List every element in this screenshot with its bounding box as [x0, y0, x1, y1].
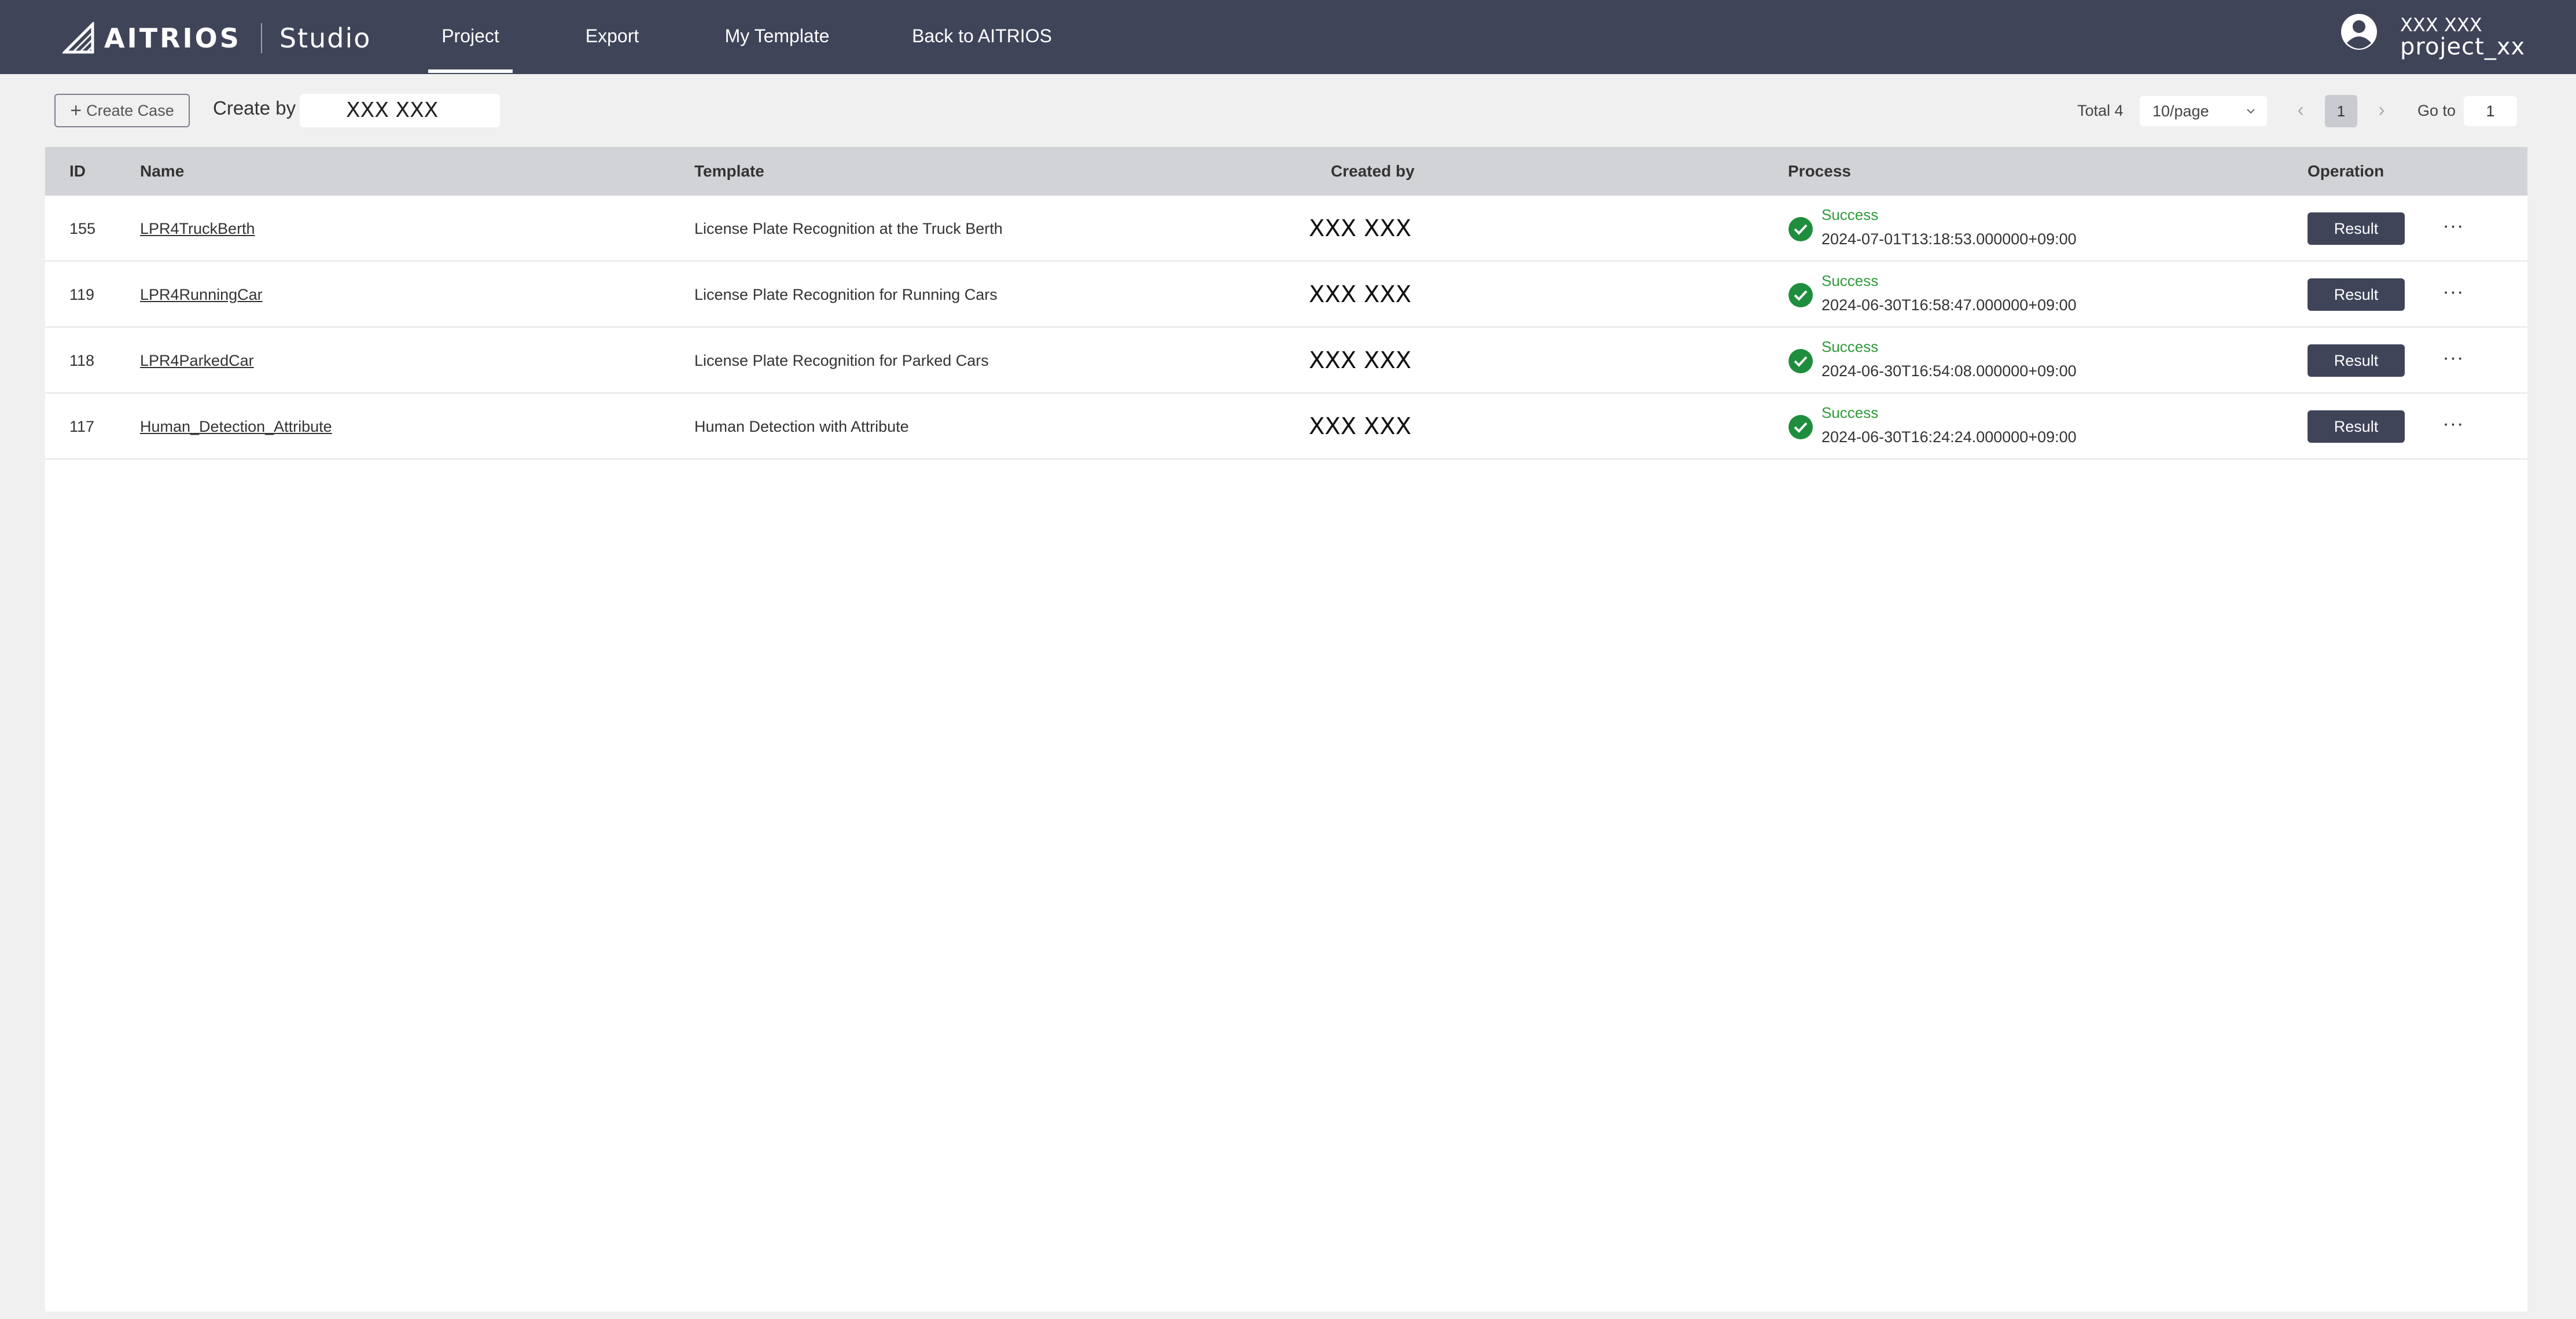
success-check-icon — [1789, 217, 1813, 241]
row-template: Human Detection with Attribute — [694, 418, 909, 435]
row-id: 118 — [69, 352, 95, 369]
cases-table: ID Name Template Created by Process Oper… — [45, 147, 2527, 1311]
nav-my-template[interactable]: My Template — [723, 0, 831, 74]
case-name-link[interactable]: Human_Detection_Attribute — [140, 418, 332, 436]
nav-project[interactable]: Project — [428, 0, 513, 74]
top-header: AITRIOS Studio Project Export My Templat… — [0, 0, 2576, 74]
row-created-by: XXX XXX — [1309, 347, 1412, 374]
nav-export[interactable]: Export — [580, 0, 645, 74]
result-button[interactable]: Result — [2308, 212, 2405, 245]
user-project: project_xx — [2400, 34, 2526, 60]
create-case-label: Create Case — [86, 101, 174, 119]
plus-icon: + — [70, 100, 82, 122]
column-header-name: Name — [140, 162, 185, 180]
result-button[interactable]: Result — [2308, 344, 2405, 377]
goto-page-input[interactable]: 1 — [2464, 96, 2517, 126]
more-options-icon[interactable]: ··· — [2436, 213, 2471, 242]
row-created-by: XXX XXX — [1309, 281, 1412, 308]
chevron-down-icon — [2247, 109, 2255, 114]
more-options-icon[interactable]: ··· — [2436, 345, 2471, 374]
table-row: 117 Human_Detection_Attribute Human Dete… — [45, 394, 2527, 460]
column-header-id: ID — [69, 162, 86, 180]
row-status: Success — [1821, 404, 1879, 421]
row-template: License Plate Recognition for Running Ca… — [694, 286, 998, 303]
row-date: 2024-06-30T16:58:47.000000+09:00 — [1821, 296, 2077, 314]
aitrios-logo[interactable]: AITRIOS Studio — [62, 21, 371, 56]
logo-text: AITRIOS — [104, 23, 241, 54]
goto-label: Go to — [2417, 102, 2456, 119]
column-header-process: Process — [1788, 162, 1851, 180]
more-options-icon[interactable]: ··· — [2436, 279, 2471, 308]
row-date: 2024-06-30T16:24:24.000000+09:00 — [1821, 428, 2077, 446]
row-date: 2024-07-01T13:18:53.000000+09:00 — [1821, 230, 2077, 248]
row-date: 2024-06-30T16:54:08.000000+09:00 — [1821, 362, 2077, 380]
case-name-link[interactable]: LPR4ParkedCar — [140, 352, 254, 370]
page-size-select[interactable]: 10/page — [2140, 96, 2267, 126]
table-row: 119 LPR4RunningCar License Plate Recogni… — [45, 262, 2527, 328]
logo-studio-text: Studio — [279, 23, 371, 54]
table-row: 155 LPR4TruckBerth License Plate Recogni… — [45, 196, 2527, 262]
user-account-icon[interactable] — [2340, 13, 2378, 51]
case-name-link[interactable]: LPR4TruckBerth — [140, 220, 255, 238]
logo-divider — [260, 23, 262, 53]
row-status: Success — [1821, 272, 1879, 289]
column-header-created-by: Created by — [1331, 162, 1415, 180]
nav-back-to-aitrios[interactable]: Back to AITRIOS — [911, 0, 1053, 74]
next-page-button[interactable]: › — [2370, 96, 2393, 126]
result-button[interactable]: Result — [2308, 410, 2405, 443]
row-id: 117 — [69, 418, 95, 435]
result-button[interactable]: Result — [2308, 278, 2405, 311]
table-row: 118 LPR4ParkedCar License Plate Recognit… — [45, 328, 2527, 394]
create-by-field[interactable]: XXX XXX — [300, 94, 500, 127]
row-created-by: XXX XXX — [1309, 215, 1412, 242]
row-id: 119 — [69, 286, 95, 303]
row-id: 155 — [69, 220, 96, 237]
create-case-button[interactable]: + Create Case — [54, 94, 190, 127]
aitrios-logo-icon — [62, 22, 94, 54]
page-1-button[interactable]: 1 — [2325, 95, 2357, 127]
prev-page-button[interactable]: ‹ — [2289, 96, 2312, 126]
page-size-value: 10/page — [2152, 102, 2209, 120]
row-template: License Plate Recognition at the Truck B… — [694, 220, 1003, 237]
case-name-link[interactable]: LPR4RunningCar — [140, 286, 263, 304]
success-check-icon — [1789, 415, 1813, 439]
column-header-operation: Operation — [2308, 162, 2384, 180]
user-name: XXX XXX — [2400, 14, 2482, 36]
row-template: License Plate Recognition for Parked Car… — [694, 352, 989, 369]
success-check-icon — [1789, 349, 1813, 373]
total-count: Total 4 — [2077, 102, 2124, 119]
table-header: ID Name Template Created by Process Oper… — [45, 147, 2527, 196]
create-by-label: Create by — [213, 97, 296, 119]
row-created-by: XXX XXX — [1309, 413, 1412, 440]
more-options-icon[interactable]: ··· — [2436, 411, 2471, 440]
column-header-template: Template — [694, 162, 764, 180]
row-status: Success — [1821, 206, 1879, 223]
success-check-icon — [1789, 283, 1813, 307]
row-status: Success — [1821, 338, 1879, 355]
